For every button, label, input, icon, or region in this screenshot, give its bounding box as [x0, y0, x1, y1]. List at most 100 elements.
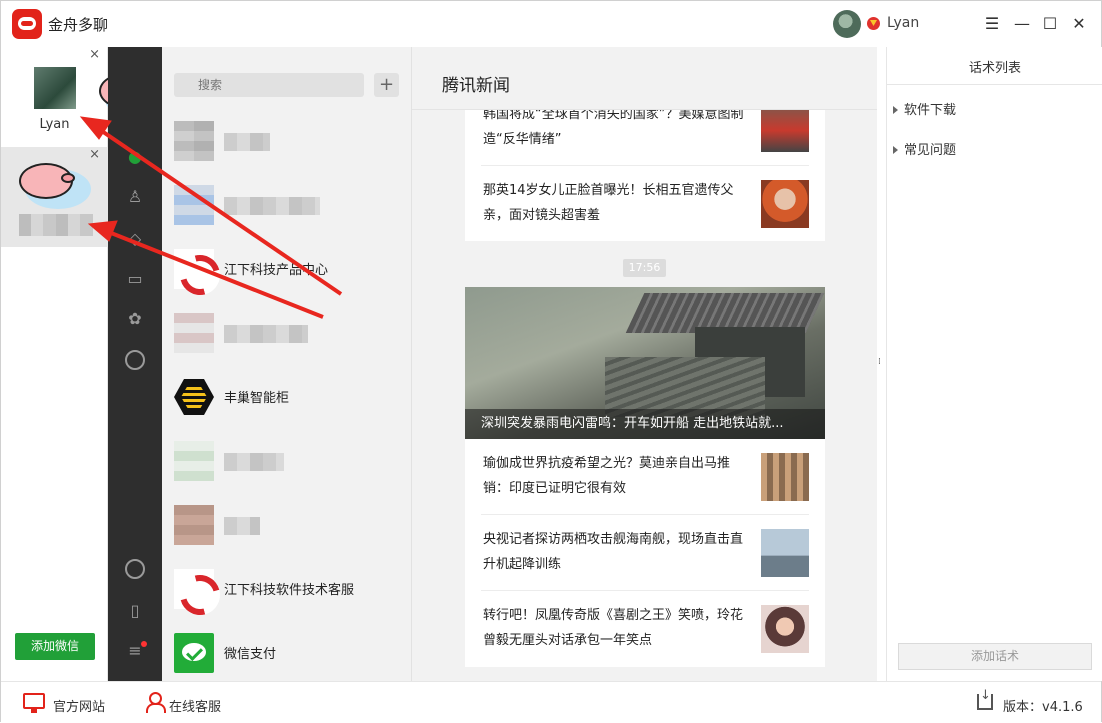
news-item[interactable]: 央视记者探访两栖攻击舰海南舰，现场直击直升机起降训练 [481, 515, 809, 591]
news-card: 瑜伽成世界抗疫希望之光？莫迪亲自出马推销：印度已证明它很有效 央视记者探访两栖攻… [465, 439, 825, 667]
contact-name-blurred [224, 517, 260, 535]
news-item-title: 韩国将成“全球首个消失的国家”？美媒意图制造“反华情绪” [483, 110, 744, 147]
account-avatar [34, 67, 76, 109]
news-item[interactable]: 转行吧！凤凰传奇版《喜剧之王》笑喷，玲花曾毅无厘头对话承包一年笑点 [481, 591, 809, 667]
user-name[interactable]: Lyan [887, 15, 919, 31]
miniprogram-icon[interactable] [125, 559, 145, 579]
jiangxia-logo-icon [174, 249, 214, 289]
scripts-panel: 话术列表 软件下载 常见问题 添加话术 [886, 47, 1102, 681]
contact-item[interactable]: 丰巢智能柜 [162, 365, 411, 429]
account-close-button[interactable]: × [89, 47, 100, 62]
version-label: 版本：v4.1.6 [1003, 700, 1083, 715]
add-contact-button[interactable]: + [374, 73, 399, 97]
side-nav: ● ♙ ◇ ▭ ✿ ▯ ≡ [108, 47, 162, 681]
news-item-title: 央视记者探访两栖攻击舰海南舰，现场直击直升机起降训练 [483, 532, 744, 572]
script-group-label: 常见问题 [904, 143, 957, 158]
menu-button[interactable]: ☰ [981, 13, 1003, 35]
news-thumbnail [761, 605, 809, 653]
account-list: × Lyan × 添加微信 [1, 47, 108, 681]
contact-item[interactable] [162, 493, 411, 557]
maximize-button[interactable]: ☐ [1039, 13, 1061, 35]
news-item-title: 那英14岁女儿正脸首曝光！长相五官遗传父亲，面对镜头超害羞 [483, 183, 734, 223]
timestamp-badge: 17:56 [623, 259, 666, 277]
caret-right-icon [893, 106, 898, 114]
monitor-icon [23, 693, 45, 713]
news-item-title: 转行吧！凤凰传奇版《喜剧之王》笑喷，玲花曾毅无厘头对话承包一年笑点 [483, 608, 744, 648]
contact-item[interactable]: 江下科技软件技术客服 [162, 557, 411, 621]
news-title: 腾讯新闻 [442, 76, 510, 96]
contact-name: 丰巢智能柜 [224, 391, 290, 406]
news-item-title: 瑜伽成世界抗疫希望之光？莫迪亲自出马推销：印度已证明它很有效 [483, 456, 731, 496]
app-logo-icon [12, 9, 42, 39]
vip-diamond-icon [867, 17, 880, 30]
contact-item[interactable]: 微信支付 [162, 621, 411, 685]
account-name-blurred [19, 214, 93, 236]
contact-name-blurred [224, 133, 270, 151]
phone-icon[interactable]: ▯ [125, 601, 145, 621]
contact-item[interactable] [162, 109, 411, 173]
contacts-icon[interactable]: ♙ [125, 187, 145, 207]
contact-item[interactable] [162, 429, 411, 493]
moments-icon[interactable] [125, 350, 145, 370]
account-item[interactable]: × Lyan [1, 47, 108, 147]
support-person-icon [146, 692, 166, 713]
settings-hex-icon[interactable]: ✿ [125, 309, 145, 329]
add-wechat-button[interactable]: 添加微信 [15, 633, 95, 660]
contact-avatar [174, 313, 214, 353]
app-title: 金舟多聊 [48, 16, 109, 34]
script-group-item[interactable]: 常见问题 [893, 139, 956, 158]
news-item[interactable]: 那英14岁女儿正脸首曝光！长相五官遗传父亲，面对镜头超害羞 [481, 166, 809, 241]
news-item[interactable]: 瑜伽成世界抗疫希望之光？莫迪亲自出马推销：印度已证明它很有效 [481, 439, 809, 515]
fengchao-logo-icon [174, 379, 214, 415]
contact-name: 微信支付 [224, 647, 277, 662]
contact-name-blurred [224, 453, 284, 471]
contact-item[interactable] [162, 173, 411, 237]
official-website-link[interactable]: 官方网站 [53, 696, 105, 715]
news-panel: 腾讯新闻 韩国将成“全球首个消失的国家”？美媒意图制造“反华情绪” 那英14岁女… [412, 47, 877, 681]
chat-icon[interactable]: ● [125, 147, 145, 167]
scripts-panel-title: 话术列表 [968, 61, 1021, 76]
contact-avatar [174, 505, 214, 545]
online-support-link[interactable]: 在线客服 [169, 696, 221, 715]
search-input[interactable] [174, 73, 364, 97]
news-thumbnail [761, 453, 809, 501]
minimize-button[interactable]: — [1011, 13, 1033, 35]
script-group-label: 软件下载 [904, 103, 957, 118]
user-avatar[interactable] [833, 10, 861, 38]
footer-bar: 官方网站 在线客服 版本：v4.1.6 [1, 681, 1101, 722]
caret-right-icon [893, 146, 898, 154]
news-thumbnail [761, 180, 809, 228]
contact-name-blurred [224, 197, 320, 215]
add-script-button[interactable]: 添加话术 [898, 643, 1092, 670]
account-name: Lyan [39, 117, 70, 132]
contact-avatar [174, 121, 214, 161]
contact-name-blurred [224, 325, 308, 343]
news-item[interactable]: 韩国将成“全球首个消失的国家”？美媒意图制造“反华情绪” [481, 110, 809, 166]
account-close-button[interactable]: × [89, 147, 100, 162]
pig-sticker-icon [17, 159, 91, 209]
close-button[interactable]: ✕ [1068, 13, 1090, 35]
notification-dot [141, 641, 147, 647]
news-card: 韩国将成“全球首个消失的国家”？美媒意图制造“反华情绪” 那英14岁女儿正脸首曝… [465, 110, 825, 241]
news-thumbnail [761, 529, 809, 577]
contact-avatar [174, 441, 214, 481]
title-bar: 金舟多聊 Lyan ☰ — ☐ ✕ [1, 1, 1101, 47]
news-hero-image[interactable]: 深圳突发暴雨电闪雷鸣：开车如开船 走出地铁站就... [465, 287, 825, 439]
contact-name: 江下科技产品中心 [224, 263, 329, 278]
script-group-item[interactable]: 软件下载 [893, 99, 956, 118]
news-thumbnail [761, 110, 809, 152]
download-icon[interactable] [977, 688, 993, 710]
wechat-pay-icon [174, 633, 214, 673]
divider [887, 84, 1102, 85]
folder-icon[interactable]: ▭ [125, 269, 145, 289]
contact-avatar [174, 185, 214, 225]
panel-collapse-handle[interactable]: ⁞ [878, 357, 886, 369]
contact-item[interactable] [162, 301, 411, 365]
app-window: 金舟多聊 Lyan ☰ — ☐ ✕ × Lyan × 添加微信 ● ♙ ◇ ▭ … [0, 0, 1102, 722]
box-icon[interactable]: ◇ [125, 229, 145, 249]
jiangxia-logo-icon [174, 569, 214, 609]
contact-list: + 江下科技产品中心 丰巢智能柜 [162, 47, 412, 681]
contact-item[interactable]: 江下科技产品中心 [162, 237, 411, 301]
contact-name: 江下科技软件技术客服 [224, 583, 355, 598]
news-hero-caption: 深圳突发暴雨电闪雷鸣：开车如开船 走出地铁站就... [465, 409, 825, 439]
